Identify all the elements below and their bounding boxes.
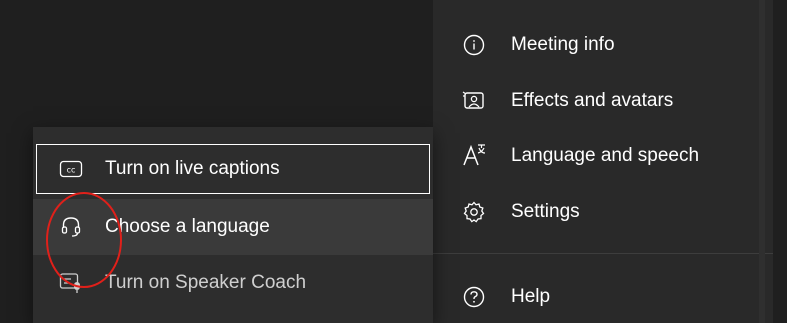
speaker-coach-icon bbox=[59, 271, 83, 295]
closed-captions-icon: cc bbox=[59, 157, 83, 181]
submenu-item-live-captions[interactable]: cc Turn on live captions bbox=[36, 144, 430, 194]
submenu-item-label: Turn on live captions bbox=[105, 158, 280, 179]
more-actions-menu: Meeting info Effects and avatars Languag… bbox=[433, 0, 773, 323]
submenu-item-label: Choose a language bbox=[105, 216, 270, 237]
svg-text:cc: cc bbox=[67, 166, 76, 175]
menu-item-label: Effects and avatars bbox=[511, 90, 674, 111]
menu-scrollbar[interactable] bbox=[759, 0, 765, 323]
language-speech-submenu: cc Turn on live captions Choose a langua… bbox=[33, 127, 433, 323]
headset-icon bbox=[59, 215, 83, 239]
menu-item-settings[interactable]: Settings bbox=[433, 186, 773, 238]
submenu-item-choose-language[interactable]: Choose a language bbox=[33, 199, 433, 255]
submenu-item-speaker-coach[interactable]: Turn on Speaker Coach bbox=[33, 255, 433, 311]
help-icon bbox=[461, 284, 487, 310]
menu-divider bbox=[433, 253, 773, 254]
info-icon bbox=[461, 32, 487, 58]
menu-item-effects-and-avatars[interactable]: Effects and avatars bbox=[433, 75, 773, 127]
language-speech-icon bbox=[461, 143, 487, 169]
menu-item-label: Meeting info bbox=[511, 34, 615, 55]
menu-item-label: Settings bbox=[511, 201, 580, 222]
submenu-item-label: Turn on Speaker Coach bbox=[105, 272, 307, 293]
menu-item-label: Language and speech bbox=[511, 145, 700, 166]
effects-icon bbox=[461, 88, 487, 114]
gear-icon bbox=[461, 199, 487, 225]
menu-item-meeting-info[interactable]: Meeting info bbox=[433, 19, 773, 71]
menu-item-help[interactable]: Help bbox=[433, 271, 773, 323]
menu-item-language-and-speech[interactable]: Language and speech bbox=[433, 130, 773, 182]
menu-item-label: Help bbox=[511, 286, 551, 307]
